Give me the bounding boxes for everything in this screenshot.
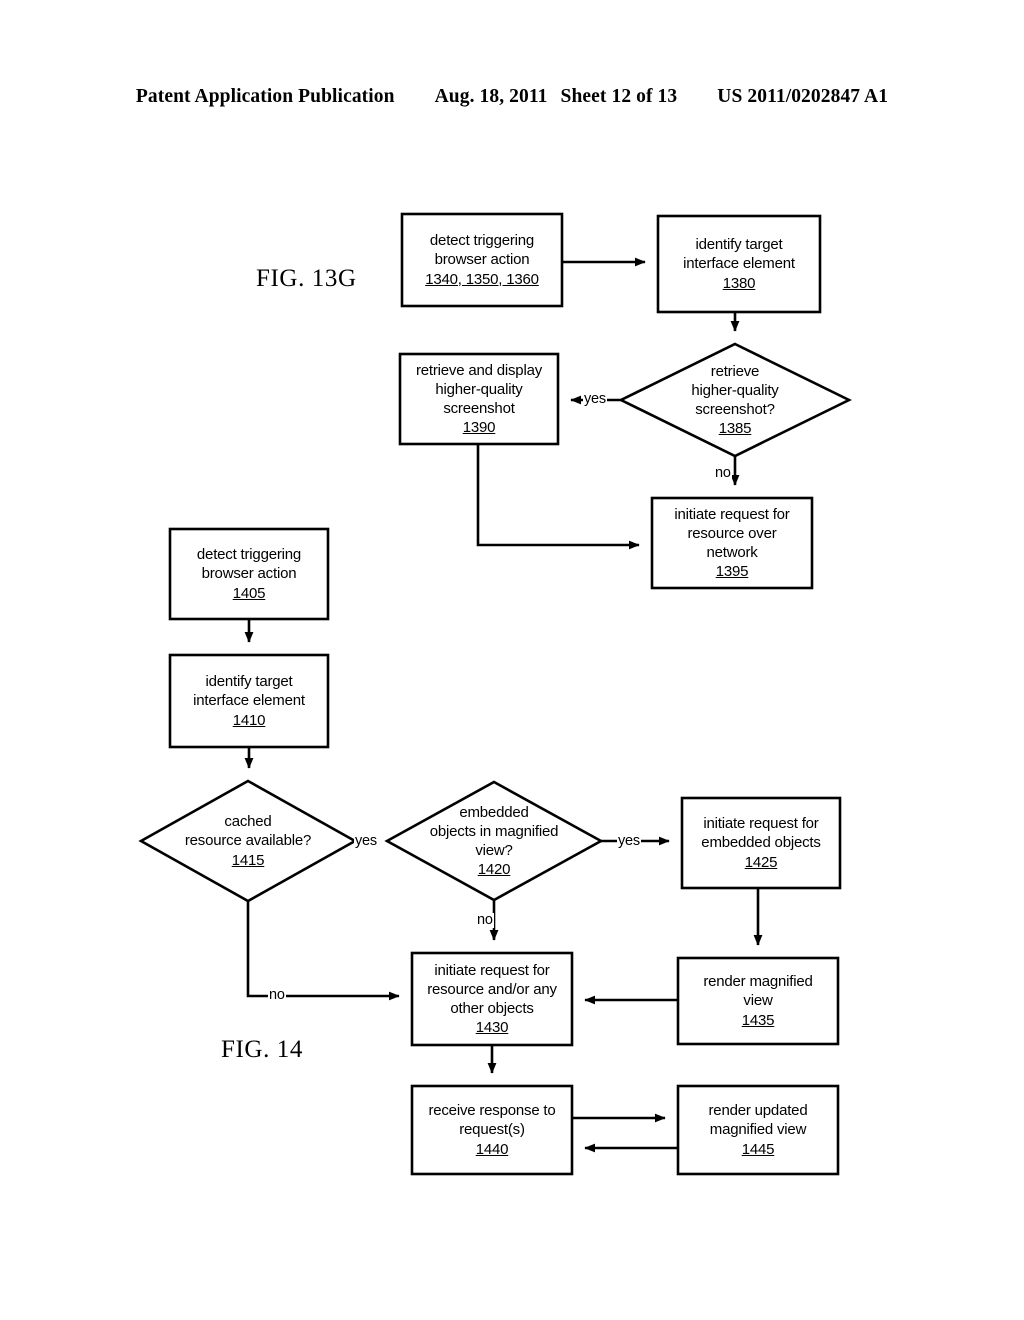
shape-box-1405 [168,527,330,621]
shape-box-1390 [398,352,560,446]
shape-diamond-1420 [384,780,604,902]
edge-1415-no-to-1430 [246,901,400,1001]
figure-caption-13g: FIG. 13G [256,265,357,292]
edge-label-1415-yes: yes [354,833,378,849]
edge-label-1420-no: no [476,912,494,928]
figure-canvas: FIG. 13G detect triggering browser actio… [0,0,1024,1320]
shape-box-1410 [168,653,330,749]
edge-label-1415-no: no [268,987,286,1003]
shape-box-1340 [400,212,564,308]
shape-box-1425 [680,796,842,890]
shape-diamond-1415 [138,779,358,903]
shape-box-1395 [650,496,814,590]
edge-label-1385-yes: yes [583,391,607,407]
flowchart-vector-layer [138,212,852,1176]
shape-box-1445 [676,1084,840,1176]
edge-label-1385-no: no [714,465,732,481]
shape-diamond-1385 [618,342,852,458]
shape-box-1380 [656,214,822,314]
shape-box-1440 [410,1084,574,1176]
shape-box-1435 [676,956,840,1046]
figure-caption-14: FIG. 14 [221,1036,303,1063]
edge-label-1420-yes: yes [617,833,641,849]
shape-box-1430 [410,951,574,1047]
edge-1390-to-1395 [476,444,640,550]
